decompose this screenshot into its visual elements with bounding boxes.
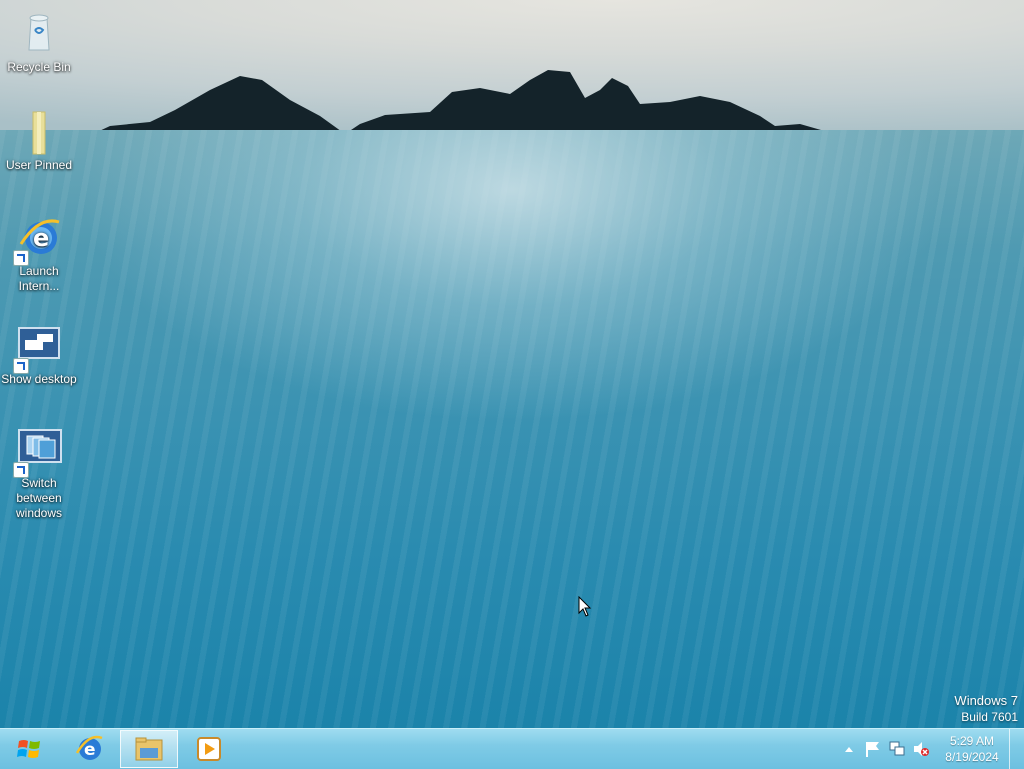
clock-time: 5:29 AM [949,734,995,748]
mouse-cursor-icon [578,596,592,617]
shortcut-arrow-icon [13,462,29,478]
windows-start-icon [17,740,40,758]
show-desktop-icon [13,322,63,374]
desktop-icon-switch-between-windows[interactable]: Switch between windows [0,426,78,521]
desktop-icon-user-pinned[interactable]: User Pinned [0,108,78,173]
wallpaper-sea [0,130,1024,728]
system-tray: 5:29 AM 8/19/2024 [837,729,1024,769]
media-player-icon [197,737,221,761]
action-center-flag-icon[interactable] [863,739,883,759]
desktop-icon-label: Recycle Bin [7,60,71,74]
show-desktop-button[interactable] [1009,729,1024,769]
clock[interactable]: 5:29 AM 8/19/2024 [939,733,1005,765]
start-button[interactable] [0,730,58,768]
desktop-icon-show-desktop[interactable]: Show desktop [0,322,78,387]
volume-muted-icon[interactable] [911,739,931,759]
show-hidden-icons-icon[interactable] [839,739,859,759]
desktop-icon-label: Show desktop [1,372,77,386]
taskbar-internet-explorer-button[interactable]: e [60,730,118,768]
shortcut-arrow-icon [13,250,29,266]
switch-windows-icon [13,426,63,478]
recycle-bin-icon [15,10,63,58]
desktop-icon-recycle-bin[interactable]: Recycle Bin [0,10,78,75]
clock-date: 8/19/2024 [945,750,999,764]
file-explorer-icon [135,737,163,761]
windows-build-watermark: Windows 7 Build 7601 [954,692,1018,726]
shortcut-arrow-icon [13,358,29,374]
watermark-os-name: Windows 7 [954,693,1018,708]
taskbar: e 5:29 AM 8/19/2024 [0,728,1024,769]
watermark-build: Build 7601 [961,710,1018,724]
network-icon[interactable] [887,739,907,759]
folder-icon [15,108,63,156]
taskbar-media-player-button[interactable] [180,730,238,768]
internet-explorer-icon: e [13,214,63,266]
desktop-icon-launch-internet-explorer[interactable]: e Launch Intern... [0,214,78,294]
desktop-icon-label: Launch Intern... [18,264,60,293]
desktop[interactable]: Recycle Bin User Pinned e Launch Intern.… [0,0,1024,728]
desktop-icon-label: Switch between windows [15,476,63,520]
taskbar-file-explorer-button[interactable] [120,730,178,768]
internet-explorer-icon: e [75,735,103,760]
desktop-icon-label: User Pinned [5,158,73,172]
